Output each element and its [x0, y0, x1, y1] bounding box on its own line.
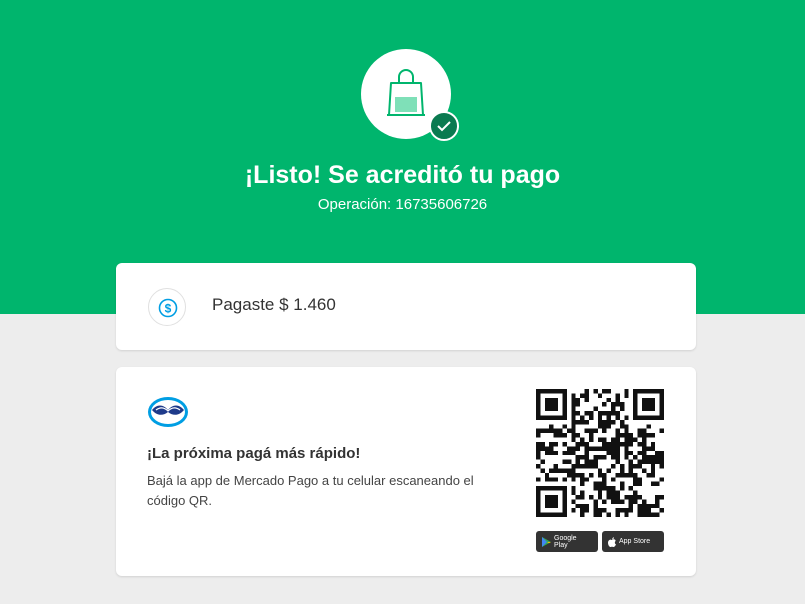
- app-promo-title: ¡La próxima pagá más rápido!: [147, 445, 361, 462]
- checkmark-icon: [437, 121, 451, 132]
- app-download-card: ¡La próxima pagá más rápido! Bajá la app…: [116, 367, 696, 576]
- success-title: ¡Listo! Se acreditó tu pago: [244, 161, 561, 189]
- purchase-icon-circle: [361, 49, 459, 141]
- google-play-label: Google Play: [554, 534, 577, 549]
- coin-icon-circle: $: [148, 288, 186, 326]
- success-check-badge: [429, 111, 459, 141]
- mercado-pago-logo-icon: [148, 397, 188, 427]
- amount-paid: Pagaste $ 1.460: [212, 295, 336, 314]
- app-store-label: App Store: [619, 538, 651, 545]
- google-play-icon: [542, 536, 551, 547]
- svg-text:$: $: [165, 302, 172, 316]
- apple-icon: [608, 536, 616, 547]
- app-promo-description: Bajá la app de Mercado Pago a tu celular…: [147, 473, 474, 508]
- shopping-bag-icon: [387, 69, 425, 116]
- qr-code: [536, 389, 664, 517]
- dollar-coin-icon: $: [158, 298, 178, 318]
- operation-number: Operación: 16735606726: [317, 196, 488, 213]
- payment-summary-card: $ Pagaste $ 1.460: [116, 263, 696, 350]
- app-store-button[interactable]: App Store: [602, 531, 664, 552]
- google-play-button[interactable]: Google Play: [536, 531, 598, 552]
